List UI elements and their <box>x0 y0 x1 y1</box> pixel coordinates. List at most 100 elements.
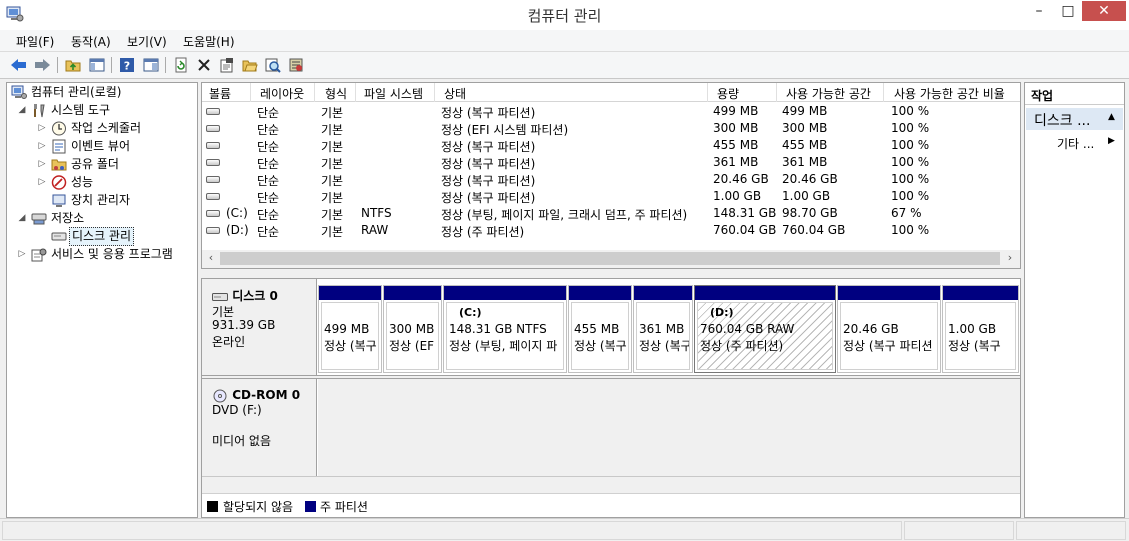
column-header-free-percent[interactable]: 사용 가능한 공간 비율 <box>894 85 1005 102</box>
settings-icon[interactable] <box>287 56 305 74</box>
volume-row[interactable]: 단순 기본 정상 (복구 파티션) 20.46 GB 20.46 GB 100 … <box>202 171 1020 188</box>
actions-section-disk[interactable]: 디스크 ... ▲ <box>1026 108 1123 130</box>
collapsed-arrow-icon[interactable]: ▷ <box>37 156 47 173</box>
submenu-arrow-icon[interactable]: ▶ <box>1108 136 1115 146</box>
volume-row[interactable]: 단순 기본 정상 (복구 파티션) 1.00 GB 1.00 GB 100 % <box>202 188 1020 205</box>
collapsed-arrow-icon[interactable]: ▷ <box>37 174 47 191</box>
menu-file[interactable]: 파일(F) <box>16 33 54 50</box>
cell-type: 기본 <box>321 191 344 205</box>
column-divider[interactable] <box>355 83 356 102</box>
partition-efi[interactable]: 300 MB 정상 (EF <box>383 285 442 373</box>
menu-help[interactable]: 도움말(H) <box>183 33 235 50</box>
cell-free-space: 361 MB <box>782 155 828 169</box>
partition-size: 20.46 GB <box>843 322 899 336</box>
column-header-layout[interactable]: 레이아웃 <box>260 85 304 102</box>
scrollbar-thumb[interactable] <box>220 252 1000 265</box>
search-icon[interactable] <box>264 56 282 74</box>
cell-layout: 단순 <box>257 140 280 154</box>
tree-item-disk-management[interactable]: 디스크 관리 <box>9 227 195 246</box>
cell-free-space: 98.70 GB <box>782 206 838 220</box>
tree-item-task-scheduler[interactable]: ▷ 작업 스케줄러 <box>9 120 195 137</box>
tree-item-device-manager[interactable]: 장치 관리자 <box>9 192 195 209</box>
horizontal-scrollbar[interactable]: ‹ › <box>202 250 1020 268</box>
column-divider[interactable] <box>314 83 315 102</box>
volume-row[interactable]: 단순 기본 정상 (EFI 시스템 파티션) 300 MB 300 MB 100… <box>202 120 1020 137</box>
up-folder-icon[interactable] <box>64 56 82 74</box>
partition-d[interactable]: (D:) 760.04 GB RAW 정상 (주 파티션) <box>694 285 836 373</box>
show-hide-tree-icon[interactable] <box>88 56 106 74</box>
cdrom-area[interactable] <box>318 379 1020 476</box>
collapsed-arrow-icon[interactable]: ▷ <box>37 120 47 137</box>
tree-item-storage[interactable]: ◢ 저장소 <box>9 210 195 227</box>
status-segment <box>1016 521 1126 540</box>
menu-action[interactable]: 동작(A) <box>71 33 111 50</box>
cdrom-0-info[interactable]: CD-ROM 0 DVD (F:) 미디어 없음 <box>202 379 317 476</box>
column-divider[interactable] <box>250 83 251 102</box>
tree-item-services[interactable]: ▷ 서비스 및 응용 프로그램 <box>9 246 195 263</box>
column-header-status[interactable]: 상태 <box>444 85 466 102</box>
refresh-icon[interactable] <box>172 56 190 74</box>
column-header-file-system[interactable]: 파일 시스템 <box>364 85 423 102</box>
partition-recovery-4[interactable]: 20.46 GB 정상 (복구 파티션 <box>837 285 941 373</box>
forward-icon[interactable] <box>33 56 51 74</box>
partition-recovery-3[interactable]: 361 MB 정상 (복구 <box>633 285 693 373</box>
disk-0-info[interactable]: 디스크 0 기본 931.39 GB 온라인 <box>202 279 317 375</box>
delete-icon[interactable] <box>195 56 213 74</box>
cell-free-percent: 100 % <box>891 121 930 135</box>
scroll-left-icon[interactable]: ‹ <box>203 251 219 264</box>
tree-label-services: 서비스 및 응용 프로그램 <box>51 247 173 261</box>
cell-capacity: 499 MB <box>713 104 759 118</box>
cell-free-space: 455 MB <box>782 138 828 152</box>
back-icon[interactable] <box>10 56 28 74</box>
volume-row[interactable]: 단순 기본 정상 (복구 파티션) 361 MB 361 MB 100 % <box>202 154 1020 171</box>
volume-row[interactable]: 단순 기본 정상 (복구 파티션) 455 MB 455 MB 100 % <box>202 137 1020 154</box>
column-header-volume[interactable]: 볼륨 <box>209 85 231 102</box>
column-divider[interactable] <box>883 83 884 102</box>
volume-row[interactable]: 단순 기본 정상 (복구 파티션) 499 MB 499 MB 100 % <box>202 103 1020 120</box>
open-folder-icon[interactable] <box>241 56 259 74</box>
cell-capacity: 455 MB <box>713 138 759 152</box>
cell-free-percent: 100 % <box>891 189 930 203</box>
cell-free-percent: 100 % <box>891 155 930 169</box>
status-segment <box>904 521 1014 540</box>
tree-item-event-viewer[interactable]: ▷ 이벤트 뷰어 <box>9 138 195 155</box>
collapsed-arrow-icon[interactable]: ▷ <box>17 246 27 263</box>
menu-view[interactable]: 보기(V) <box>127 33 167 50</box>
partition-recovery-5[interactable]: 1.00 GB 정상 (복구 <box>942 285 1019 373</box>
tree-item-performance[interactable]: ▷ 성능 <box>9 174 195 191</box>
disk-0-title: 디스크 0 <box>212 287 278 304</box>
actions-more[interactable]: 기타 ... <box>1057 135 1094 152</box>
expanded-arrow-icon[interactable]: ◢ <box>17 210 27 227</box>
maximize-button[interactable]: □ <box>1053 1 1083 21</box>
partition-status: 정상 (복구 <box>948 339 1001 353</box>
properties-pane-icon[interactable] <box>142 56 160 74</box>
expanded-arrow-icon[interactable]: ◢ <box>17 102 27 119</box>
partition-recovery-2[interactable]: 455 MB 정상 (복구 <box>568 285 632 373</box>
collapsed-arrow-icon[interactable]: ▷ <box>37 138 47 155</box>
help-icon[interactable]: ? <box>118 56 136 74</box>
partition-c[interactable]: (C:) 148.31 GB NTFS 정상 (부팅, 페이지 파 <box>443 285 567 373</box>
column-header-capacity[interactable]: 용량 <box>717 85 739 102</box>
partition-recovery-1[interactable]: 499 MB 정상 (복구 <box>318 285 382 373</box>
column-header-type[interactable]: 형식 <box>325 85 347 102</box>
column-divider[interactable] <box>776 83 777 102</box>
primary-partition-band <box>569 286 631 300</box>
properties-icon[interactable] <box>218 56 236 74</box>
collapse-up-icon[interactable]: ▲ <box>1108 112 1115 122</box>
close-button[interactable]: ✕ <box>1082 1 1126 21</box>
tree-label-task-scheduler: 작업 스케줄러 <box>71 121 142 135</box>
menu-bar: 파일(F) 동작(A) 보기(V) 도움말(H) <box>0 30 1129 52</box>
scroll-right-icon[interactable]: › <box>1002 251 1018 264</box>
partition-size: 760.04 GB RAW <box>700 322 795 336</box>
minimize-button[interactable]: – <box>1024 1 1054 21</box>
volume-row[interactable]: (C:) 단순 기본 NTFS 정상 (부팅, 페이지 파일, 크래시 덤프, … <box>202 205 1020 222</box>
tree-item-system-tools[interactable]: ◢ 시스템 도구 <box>9 102 195 119</box>
cell-free-percent: 100 % <box>891 172 930 186</box>
column-divider[interactable] <box>434 83 435 102</box>
column-header-free-space[interactable]: 사용 가능한 공간 <box>786 85 871 102</box>
tree-item-shared-folders[interactable]: ▷ 공유 폴더 <box>9 156 195 173</box>
cell-layout: 단순 <box>257 191 280 205</box>
volume-row[interactable]: (D:) 단순 기본 RAW 정상 (주 파티션) 760.04 GB 760.… <box>202 222 1020 239</box>
tree-item-root[interactable]: 컴퓨터 관리(로컬) <box>9 84 195 101</box>
column-divider[interactable] <box>707 83 708 102</box>
